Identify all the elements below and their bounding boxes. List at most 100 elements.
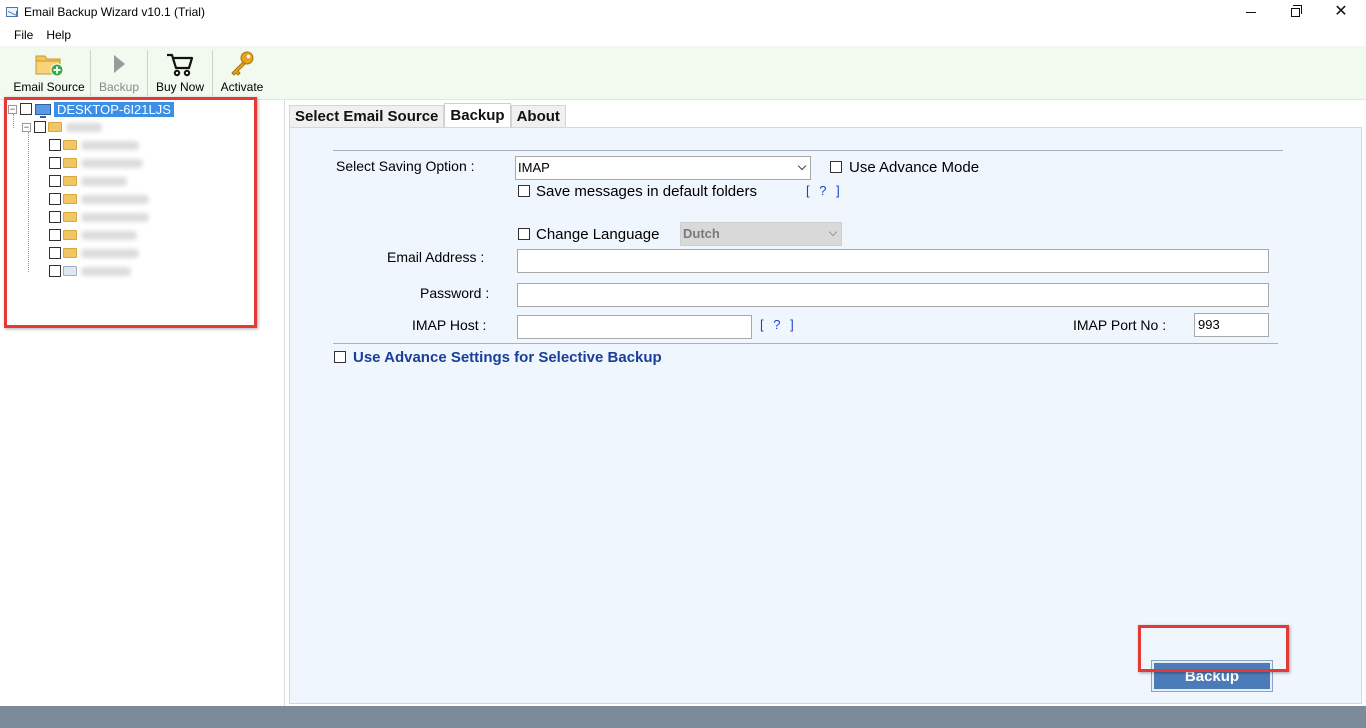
tree-item-checkbox[interactable] (49, 265, 61, 277)
language-value: Dutch (683, 226, 720, 241)
help-link-imap-host[interactable]: [ ? ] (760, 317, 797, 332)
tab-strip: Select Email Source Backup About (289, 103, 566, 127)
email-address-label: Email Address : (387, 249, 485, 265)
collapse-icon[interactable]: − (22, 122, 31, 132)
play-icon (111, 50, 127, 78)
folder-icon (63, 212, 77, 222)
minimize-button[interactable] (1228, 0, 1274, 24)
tree-item-checkbox[interactable] (49, 247, 61, 259)
folder-add-icon (34, 50, 64, 78)
tree-item-label-redacted (81, 140, 139, 150)
backup-button[interactable]: Backup (1151, 660, 1273, 692)
change-language-checkbox[interactable] (518, 228, 530, 240)
tree-item-checkbox[interactable] (49, 229, 61, 241)
minimize-icon (1246, 11, 1256, 13)
restore-button[interactable] (1272, 0, 1318, 24)
tree-node-label-redacted (66, 122, 102, 132)
app-mail-icon (6, 7, 18, 17)
activate-button[interactable]: Activate (213, 46, 271, 98)
title-bar: Email Backup Wizard v10.1 (Trial) ✕ (0, 0, 1366, 24)
help-link-default-folders[interactable]: [ ? ] (806, 183, 843, 198)
tree-item-checkbox[interactable] (49, 157, 61, 169)
imap-port-input[interactable]: 993 (1194, 313, 1269, 337)
tab-about[interactable]: About (510, 105, 566, 127)
advance-settings-checkbox[interactable] (334, 351, 346, 363)
advance-settings-label[interactable]: Use Advance Settings for Selective Backu… (353, 349, 662, 366)
buy-now-label: Buy Now (155, 80, 205, 94)
folder-icon (63, 140, 77, 150)
activate-label: Activate (220, 80, 264, 94)
tree-item[interactable] (49, 209, 149, 225)
tree-item-label-redacted (81, 212, 149, 222)
tree-connector (28, 132, 29, 272)
tree-root-checkbox[interactable] (20, 103, 32, 115)
tab-backup[interactable]: Backup (444, 103, 511, 127)
tree-item-label-redacted (81, 248, 139, 258)
password-label: Password : (420, 285, 490, 301)
buy-now-button[interactable]: Buy Now (148, 46, 212, 98)
window-title: Email Backup Wizard v10.1 (Trial) (24, 5, 205, 19)
language-select[interactable]: Dutch (680, 222, 842, 246)
folder-open-icon (48, 122, 62, 132)
toolbar: Email Source Backup Buy Now Activate (0, 46, 1366, 100)
collapse-icon[interactable]: − (8, 104, 17, 114)
computer-icon (35, 103, 51, 118)
tree-root-label[interactable]: DESKTOP-6I21LJS (54, 101, 174, 117)
tab-select-email-source[interactable]: Select Email Source (289, 105, 445, 127)
tree-item[interactable] (49, 245, 139, 261)
imap-host-label: IMAP Host : (412, 317, 487, 333)
menu-file[interactable]: File (0, 28, 42, 42)
folder-icon (63, 176, 77, 186)
imap-host-input[interactable] (517, 315, 752, 339)
tree-account-node[interactable]: − (22, 119, 102, 135)
menu-bar: File Help (0, 24, 1366, 46)
imap-port-label: IMAP Port No : (1073, 317, 1167, 333)
tree-item-checkbox[interactable] (49, 175, 61, 187)
tree-item-checkbox[interactable] (49, 211, 61, 223)
trash-icon (63, 266, 77, 276)
menu-help[interactable]: Help (42, 28, 80, 42)
folder-icon (63, 248, 77, 258)
divider (333, 343, 1278, 344)
toolbar-backup-button[interactable]: Backup (91, 46, 147, 98)
folder-icon (63, 158, 77, 168)
advance-mode-label[interactable]: Use Advance Mode (849, 159, 979, 176)
saving-option-value: IMAP (518, 160, 550, 175)
save-default-folders-checkbox[interactable] (518, 185, 530, 197)
email-source-label: Email Source (13, 80, 85, 94)
password-input[interactable] (517, 283, 1269, 307)
toolbar-backup-label: Backup (98, 80, 140, 94)
folder-icon (63, 230, 77, 240)
email-address-input[interactable] (517, 249, 1269, 273)
chevron-down-icon (797, 161, 807, 171)
save-default-folders-label[interactable]: Save messages in default folders (536, 183, 757, 200)
divider (333, 150, 1283, 151)
tree-item-checkbox[interactable] (49, 193, 61, 205)
chevron-down-icon (828, 227, 838, 237)
folder-icon (63, 194, 77, 204)
tree-item-label-redacted (81, 176, 127, 186)
tree-node-checkbox[interactable] (34, 121, 46, 133)
backup-tab-panel: Select Saving Option : IMAP Use Advance … (289, 127, 1362, 704)
saving-option-label: Select Saving Option : (336, 158, 475, 174)
tree-item[interactable] (49, 191, 149, 207)
close-icon: ✕ (1334, 3, 1348, 20)
tree-item-label-redacted (81, 158, 143, 168)
tree-item[interactable] (49, 137, 139, 153)
key-icon (228, 50, 256, 78)
tree-root[interactable]: − DESKTOP-6I21LJS (8, 101, 174, 118)
restore-icon (1290, 4, 1302, 17)
saving-option-select[interactable]: IMAP (515, 156, 811, 180)
tree-item[interactable] (49, 227, 137, 243)
tree-item-checkbox[interactable] (49, 139, 61, 151)
email-source-button[interactable]: Email Source (8, 46, 90, 98)
advance-mode-checkbox[interactable] (830, 161, 842, 173)
tree-item[interactable] (49, 173, 127, 189)
close-button[interactable]: ✕ (1318, 0, 1364, 24)
change-language-label[interactable]: Change Language (536, 226, 659, 243)
tree-item[interactable] (49, 263, 131, 279)
tree-item[interactable] (49, 155, 143, 171)
folder-tree-pane: − DESKTOP-6I21LJS − (0, 100, 285, 706)
taskbar-strip (0, 706, 1366, 728)
tree-item-label-redacted (81, 266, 131, 276)
